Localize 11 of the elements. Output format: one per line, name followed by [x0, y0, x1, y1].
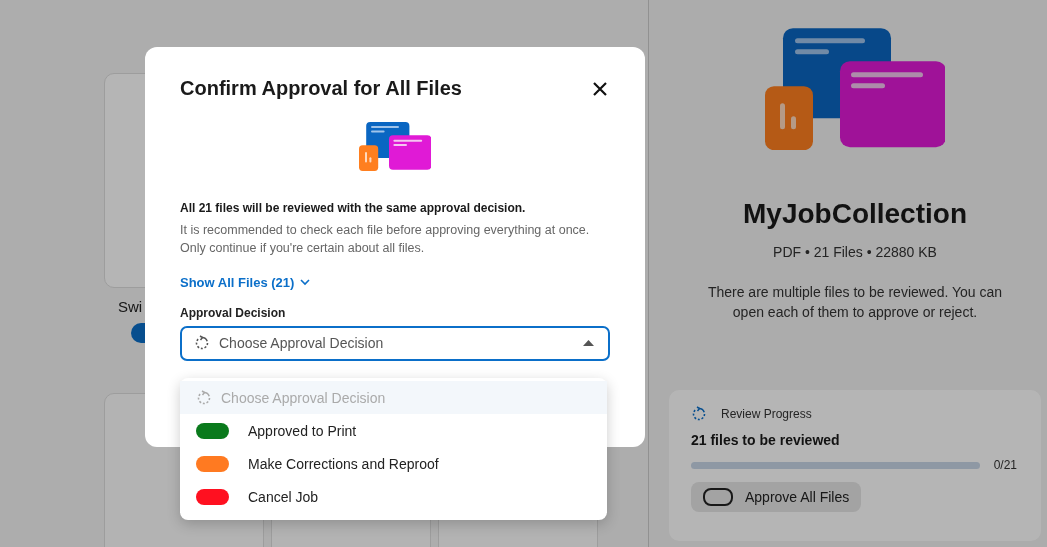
dialog-message: All 21 files will be reviewed with the same approval decision. — [180, 200, 527, 215]
dialog-title: Confirm Approval for All Files — [180, 77, 462, 100]
dialog-note: It is recommended to check each file before approving everything at once. Only continue if you're certain about all files. — [180, 221, 591, 257]
collection-title: MyJobCollection — [743, 198, 967, 231]
description: There are multiple files to be reviewed. You can open each of them to approve or reject. — [706, 283, 1004, 323]
progress-heading: Review Progress — [721, 407, 812, 421]
file-title: Swi — [117, 298, 143, 315]
progress-summary: 21 files to be reviewed — [691, 432, 841, 448]
progress-count: 0/21 — [993, 458, 1017, 472]
file-meta: PDF • 21 Files • 22880 KB — [773, 244, 937, 261]
field-label: Approval Decision — [180, 305, 287, 320]
